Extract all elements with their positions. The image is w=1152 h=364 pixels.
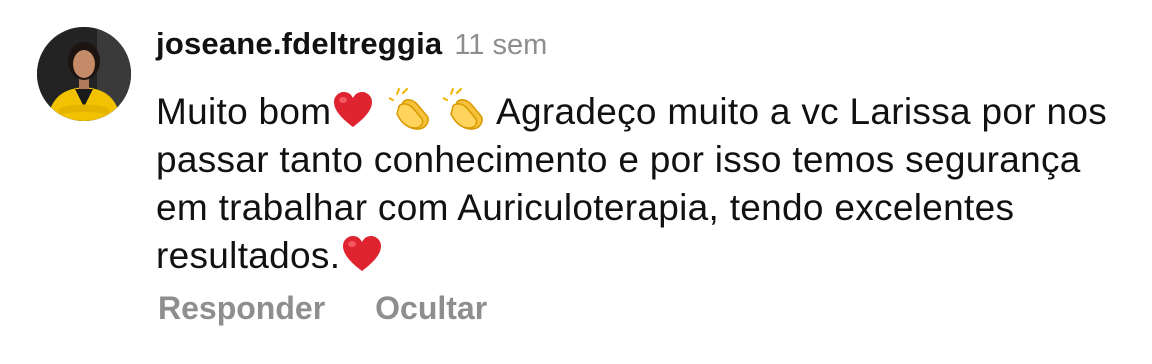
comment-text: Muito bom Agradeço muito a vc Larissa po… [156, 88, 1116, 280]
avatar-photo [37, 27, 131, 121]
red-heart-icon [340, 232, 384, 276]
avatar[interactable] [37, 27, 131, 121]
hide-button[interactable]: Ocultar [375, 290, 487, 327]
clapping-hands-icon [443, 88, 487, 132]
comment: joseane.fdeltreggia 11 sem Muito bom Agr… [0, 0, 1152, 364]
comment-actions: Responder Ocultar [158, 290, 487, 327]
comment-header: joseane.fdeltreggia 11 sem [156, 26, 1116, 70]
comment-timestamp: 11 sem [454, 29, 548, 61]
comment-content: joseane.fdeltreggia 11 sem Muito bom Agr… [156, 26, 1116, 280]
username-link[interactable]: joseane.fdeltreggia [156, 26, 442, 62]
reply-button[interactable]: Responder [158, 290, 325, 327]
red-heart-icon [331, 88, 375, 132]
comment-text-part1: Muito bom [156, 91, 332, 132]
clapping-hands-icon [389, 88, 433, 132]
